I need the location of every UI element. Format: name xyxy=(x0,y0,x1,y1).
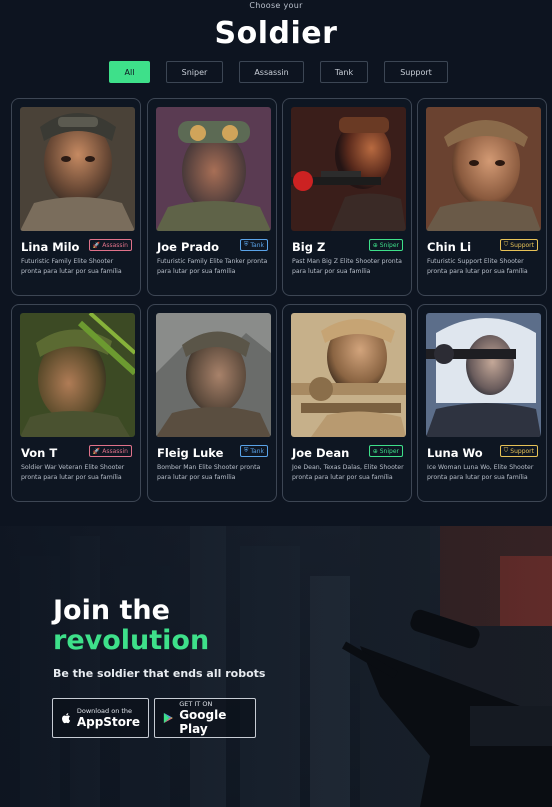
shield-icon: ⛉ xyxy=(503,447,509,454)
shield-icon: ⛨ xyxy=(243,241,249,248)
role-badge-tank: ⛨ Tank xyxy=(239,239,268,251)
rocket-icon: 🚀 xyxy=(92,241,101,249)
soldier-card[interactable]: Joe Prado ⛨ Tank Futuristic Family Elite … xyxy=(147,98,277,296)
crosshair-icon: ⊕ xyxy=(372,447,378,455)
role-badge-sniper: ⊕ Sniper xyxy=(368,445,403,457)
soldier-description: Futuristic Support Elite Shooter pronta … xyxy=(427,258,528,275)
soldier-description: Soldier War Veteran Elite Shooter pronta… xyxy=(21,464,125,481)
soldier-card[interactable]: Luna Wo ⛉ Support Ice Woman Luna Wo, Elit… xyxy=(417,304,547,502)
soldier-description: Futuristic Family Elite Tanker pronta pa… xyxy=(157,258,268,275)
role-filter-bar: All Sniper Assassin Tank Support xyxy=(0,61,552,83)
soldier-card[interactable]: Big Z ⊕ Sniper Past Man Big Z Elite Shoot… xyxy=(282,98,412,296)
soldier-card[interactable]: Lina Milo 🚀 Assassin Futuristic Family El… xyxy=(11,98,141,296)
soldier-card[interactable]: Chin Li ⛉ Support Futuristic Support Elit… xyxy=(417,98,547,296)
googleplay-big-label: Google Play xyxy=(179,708,227,736)
shield-icon: ⛉ xyxy=(503,241,509,248)
soldier-portrait xyxy=(291,107,406,231)
filter-sniper[interactable]: Sniper xyxy=(166,61,223,83)
soldier-description: Ice Woman Luna Wo, Elite Shooter pronta … xyxy=(427,464,534,481)
appstore-small-label: Download on the xyxy=(76,707,133,715)
role-badge-assassin: 🚀 Assassin xyxy=(88,239,132,251)
soldier-description: Past Man Big Z Elite Shooter pronta para… xyxy=(292,258,402,275)
soldier-card[interactable]: Von T 🚀 Assassin Soldier War Veteran Elit… xyxy=(11,304,141,502)
soldier-name: Fleig Luke xyxy=(157,446,224,460)
soldier-portrait xyxy=(20,107,135,231)
soldier-name: Joe Dean xyxy=(292,446,350,460)
soldier-description: Bomber Man Elite Shooter pronta para lut… xyxy=(157,464,261,481)
soldier-description: Joe Dean, Texas Dalas, Elite Shooter pro… xyxy=(292,464,404,481)
join-revolution-section: Join the revolution Be the soldier that … xyxy=(0,526,552,807)
soldier-name: Luna Wo xyxy=(427,446,483,460)
filter-all[interactable]: All xyxy=(109,61,150,83)
soldier-portrait xyxy=(20,313,135,437)
role-badge-assassin: 🚀 Assassin xyxy=(88,445,132,457)
page-title: Soldier xyxy=(214,16,338,51)
filter-assassin[interactable]: Assassin xyxy=(239,61,304,83)
soldier-portrait xyxy=(426,107,541,231)
soldier-name: Big Z xyxy=(292,240,326,254)
filter-support[interactable]: Support xyxy=(384,61,448,83)
googleplay-small-label: GET IT ON xyxy=(179,700,213,708)
soldier-name: Von T xyxy=(21,446,58,460)
eyebrow-text: Choose your xyxy=(249,1,303,10)
appstore-button[interactable]: Download on the AppStore xyxy=(52,698,149,738)
apple-icon xyxy=(62,713,71,724)
soldier-name: Chin Li xyxy=(427,240,472,254)
googleplay-button[interactable]: GET IT ON Google Play xyxy=(154,698,256,738)
soldier-name: Joe Prado xyxy=(157,240,219,254)
soldier-card[interactable]: Joe Dean ⊕ Sniper Joe Dean, Texas Dalas, … xyxy=(282,304,412,502)
role-badge-tank: ⛨ Tank xyxy=(239,445,268,457)
crosshair-icon: ⊕ xyxy=(372,241,378,249)
soldier-portrait xyxy=(291,313,406,437)
cta-title-line2: revolution xyxy=(53,625,210,656)
soldier-card[interactable]: Fleig Luke ⛨ Tank Bomber Man Elite Shoote… xyxy=(147,304,277,502)
cta-subtitle: Be the soldier that ends all robots xyxy=(53,667,266,680)
role-badge-support: ⛉ Support xyxy=(499,445,538,457)
soldier-portrait xyxy=(156,107,271,231)
shield-icon: ⛨ xyxy=(243,447,249,454)
appstore-big-label: AppStore xyxy=(76,715,140,729)
filter-tank[interactable]: Tank xyxy=(320,61,368,83)
soldier-portrait xyxy=(156,313,271,437)
role-badge-support: ⛉ Support xyxy=(499,239,538,251)
soldier-description: Futuristic Family Elite Shooter pronta p… xyxy=(21,258,122,275)
google-play-icon xyxy=(163,712,173,724)
rocket-icon: 🚀 xyxy=(92,447,101,455)
cta-title-line1: Join the xyxy=(53,595,170,626)
role-badge-sniper: ⊕ Sniper xyxy=(368,239,403,251)
soldier-portrait xyxy=(426,313,541,437)
soldier-name: Lina Milo xyxy=(21,240,80,254)
